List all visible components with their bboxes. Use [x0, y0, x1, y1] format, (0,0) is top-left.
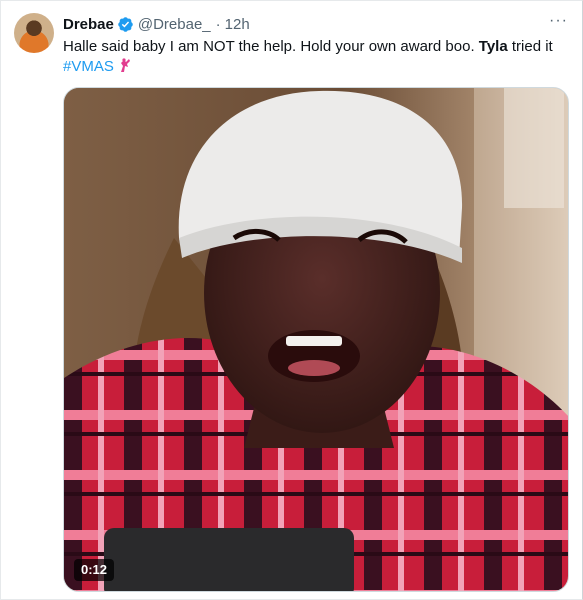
author-avatar[interactable]	[14, 13, 54, 53]
video-player[interactable]: 0:12	[63, 87, 569, 592]
hashtag-link[interactable]: #VMAS	[63, 58, 114, 75]
author-name[interactable]: Drebae	[63, 16, 114, 33]
tweet-text-part2: tried it	[507, 38, 553, 55]
tweet-text: Halle said baby I am NOT the help. Hold …	[63, 37, 569, 77]
more-horizontal-icon[interactable]: ···	[549, 13, 568, 29]
tweet-header: Drebae @Drebae_ · 12h	[63, 14, 250, 34]
tweet-timestamp[interactable]: 12h	[225, 16, 250, 33]
vma-astronaut-emoji-icon	[120, 58, 130, 72]
verified-badge-icon	[118, 16, 133, 32]
separator-dot: ·	[215, 15, 221, 33]
video-frame	[64, 88, 568, 591]
tweet-card[interactable]: Drebae @Drebae_ · 12h ··· Halle said bab…	[0, 0, 583, 600]
author-handle[interactable]: @Drebae_	[138, 16, 211, 33]
video-duration-badge: 0:12	[74, 559, 115, 581]
tweet-text-bold-mention: Tyla	[478, 38, 508, 55]
tweet-text-part1: Halle said baby I am NOT the help. Hold …	[63, 38, 479, 55]
